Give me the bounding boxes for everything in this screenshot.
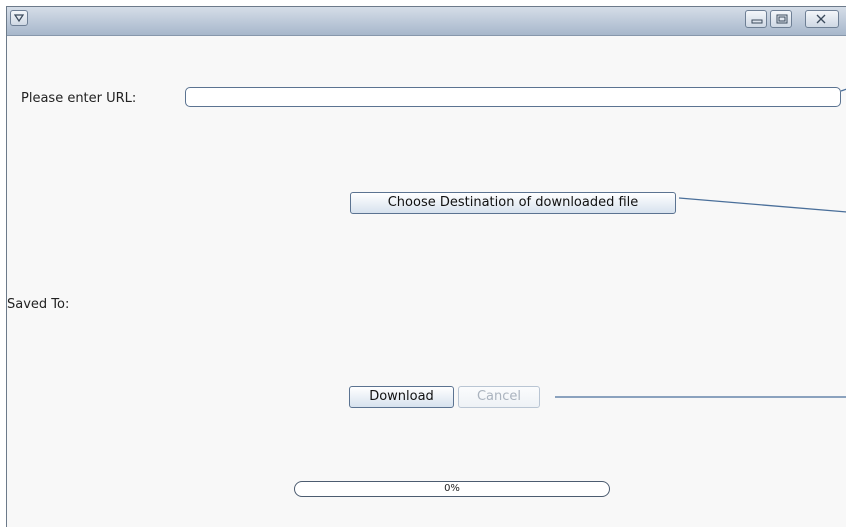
app-window: Please enter URL: Choose Destination of … bbox=[6, 6, 846, 527]
connector-line bbox=[678, 197, 846, 213]
connector-line bbox=[840, 88, 846, 92]
connector-lines bbox=[555, 88, 846, 398]
